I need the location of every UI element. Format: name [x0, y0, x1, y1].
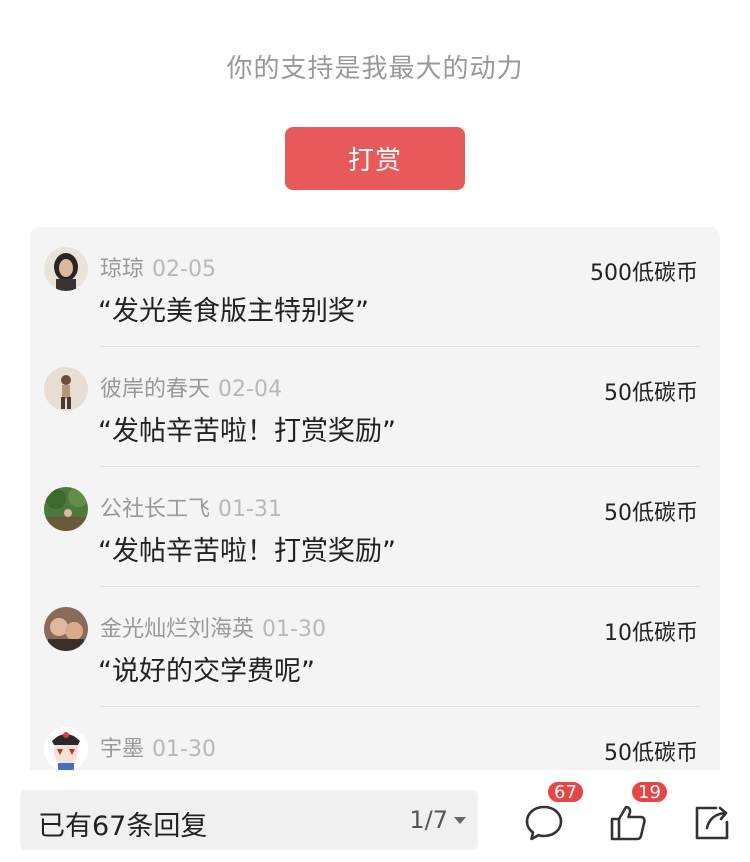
reply-box[interactable]: 已有67条回复 1/7 — [20, 790, 478, 850]
support-text: 你的支持是我最大的动力 — [226, 54, 524, 84]
reward-row: 琼琼 02-05 500低碳币 “发光美食版主特别奖” — [30, 227, 720, 347]
page-selector[interactable]: 1/7 — [409, 806, 466, 834]
reward-date: 01-30 — [262, 617, 326, 642]
reward-message: “发光美食版主特别奖” — [98, 296, 369, 327]
user-avatar[interactable] — [44, 247, 88, 291]
user-name[interactable]: 公社长工飞 — [100, 497, 210, 522]
user-name[interactable]: 宇墨 — [100, 737, 144, 762]
reward-message: “说好的交学费呢” — [98, 656, 315, 687]
like-count-badge: 19 — [630, 780, 669, 804]
reward-button[interactable]: 打赏 — [285, 127, 465, 190]
comment-count-badge: 67 — [546, 780, 585, 804]
reward-date: 01-31 — [218, 497, 282, 522]
caret-down-icon — [454, 816, 466, 824]
reward-message: “发帖辛苦啦！打赏奖励” — [98, 536, 396, 567]
comment-icon — [525, 805, 563, 841]
share-button[interactable] — [690, 800, 734, 844]
page-indicator: 1/7 — [409, 806, 448, 834]
reply-count: 已有67条回复 — [38, 811, 208, 842]
user-name[interactable]: 金光灿烂刘海英 — [100, 617, 254, 642]
user-avatar[interactable] — [44, 487, 88, 531]
user-name[interactable]: 彼岸的春天 — [100, 377, 210, 402]
reward-amount: 50低碳币 — [604, 381, 698, 406]
share-icon — [695, 806, 729, 840]
bottom-bar: 已有67条回复 1/7 67 19 — [0, 770, 750, 862]
reward-date: 02-05 — [152, 257, 216, 282]
reward-amount: 50低碳币 — [604, 501, 698, 526]
reward-row: 金光灿烂刘海英 01-30 10低碳币 “说好的交学费呢” — [30, 587, 720, 707]
reward-date: 01-30 — [152, 737, 216, 762]
like-button[interactable]: 19 — [606, 780, 669, 844]
reward-row: 彼岸的春天 02-04 50低碳币 “发帖辛苦啦！打赏奖励” — [30, 347, 720, 467]
reward-message: “发帖辛苦啦！打赏奖励” — [98, 416, 396, 447]
reward-date: 02-04 — [218, 377, 282, 402]
reward-amount: 10低碳币 — [604, 621, 698, 646]
user-avatar[interactable] — [44, 607, 88, 651]
reward-list: 琼琼 02-05 500低碳币 “发光美食版主特别奖” 彼岸的春天 02-04 50… — [30, 227, 720, 787]
user-name[interactable]: 琼琼 — [100, 257, 144, 282]
reward-row: 公社长工飞 01-31 50低碳币 “发帖辛苦啦！打赏奖励” — [30, 467, 720, 587]
comment-button[interactable]: 67 — [522, 780, 585, 844]
reward-amount: 500低碳币 — [590, 261, 698, 286]
user-avatar[interactable] — [44, 727, 88, 771]
reward-amount: 50低碳币 — [604, 741, 698, 766]
user-avatar[interactable] — [44, 367, 88, 411]
thumbs-up-icon — [610, 805, 646, 841]
